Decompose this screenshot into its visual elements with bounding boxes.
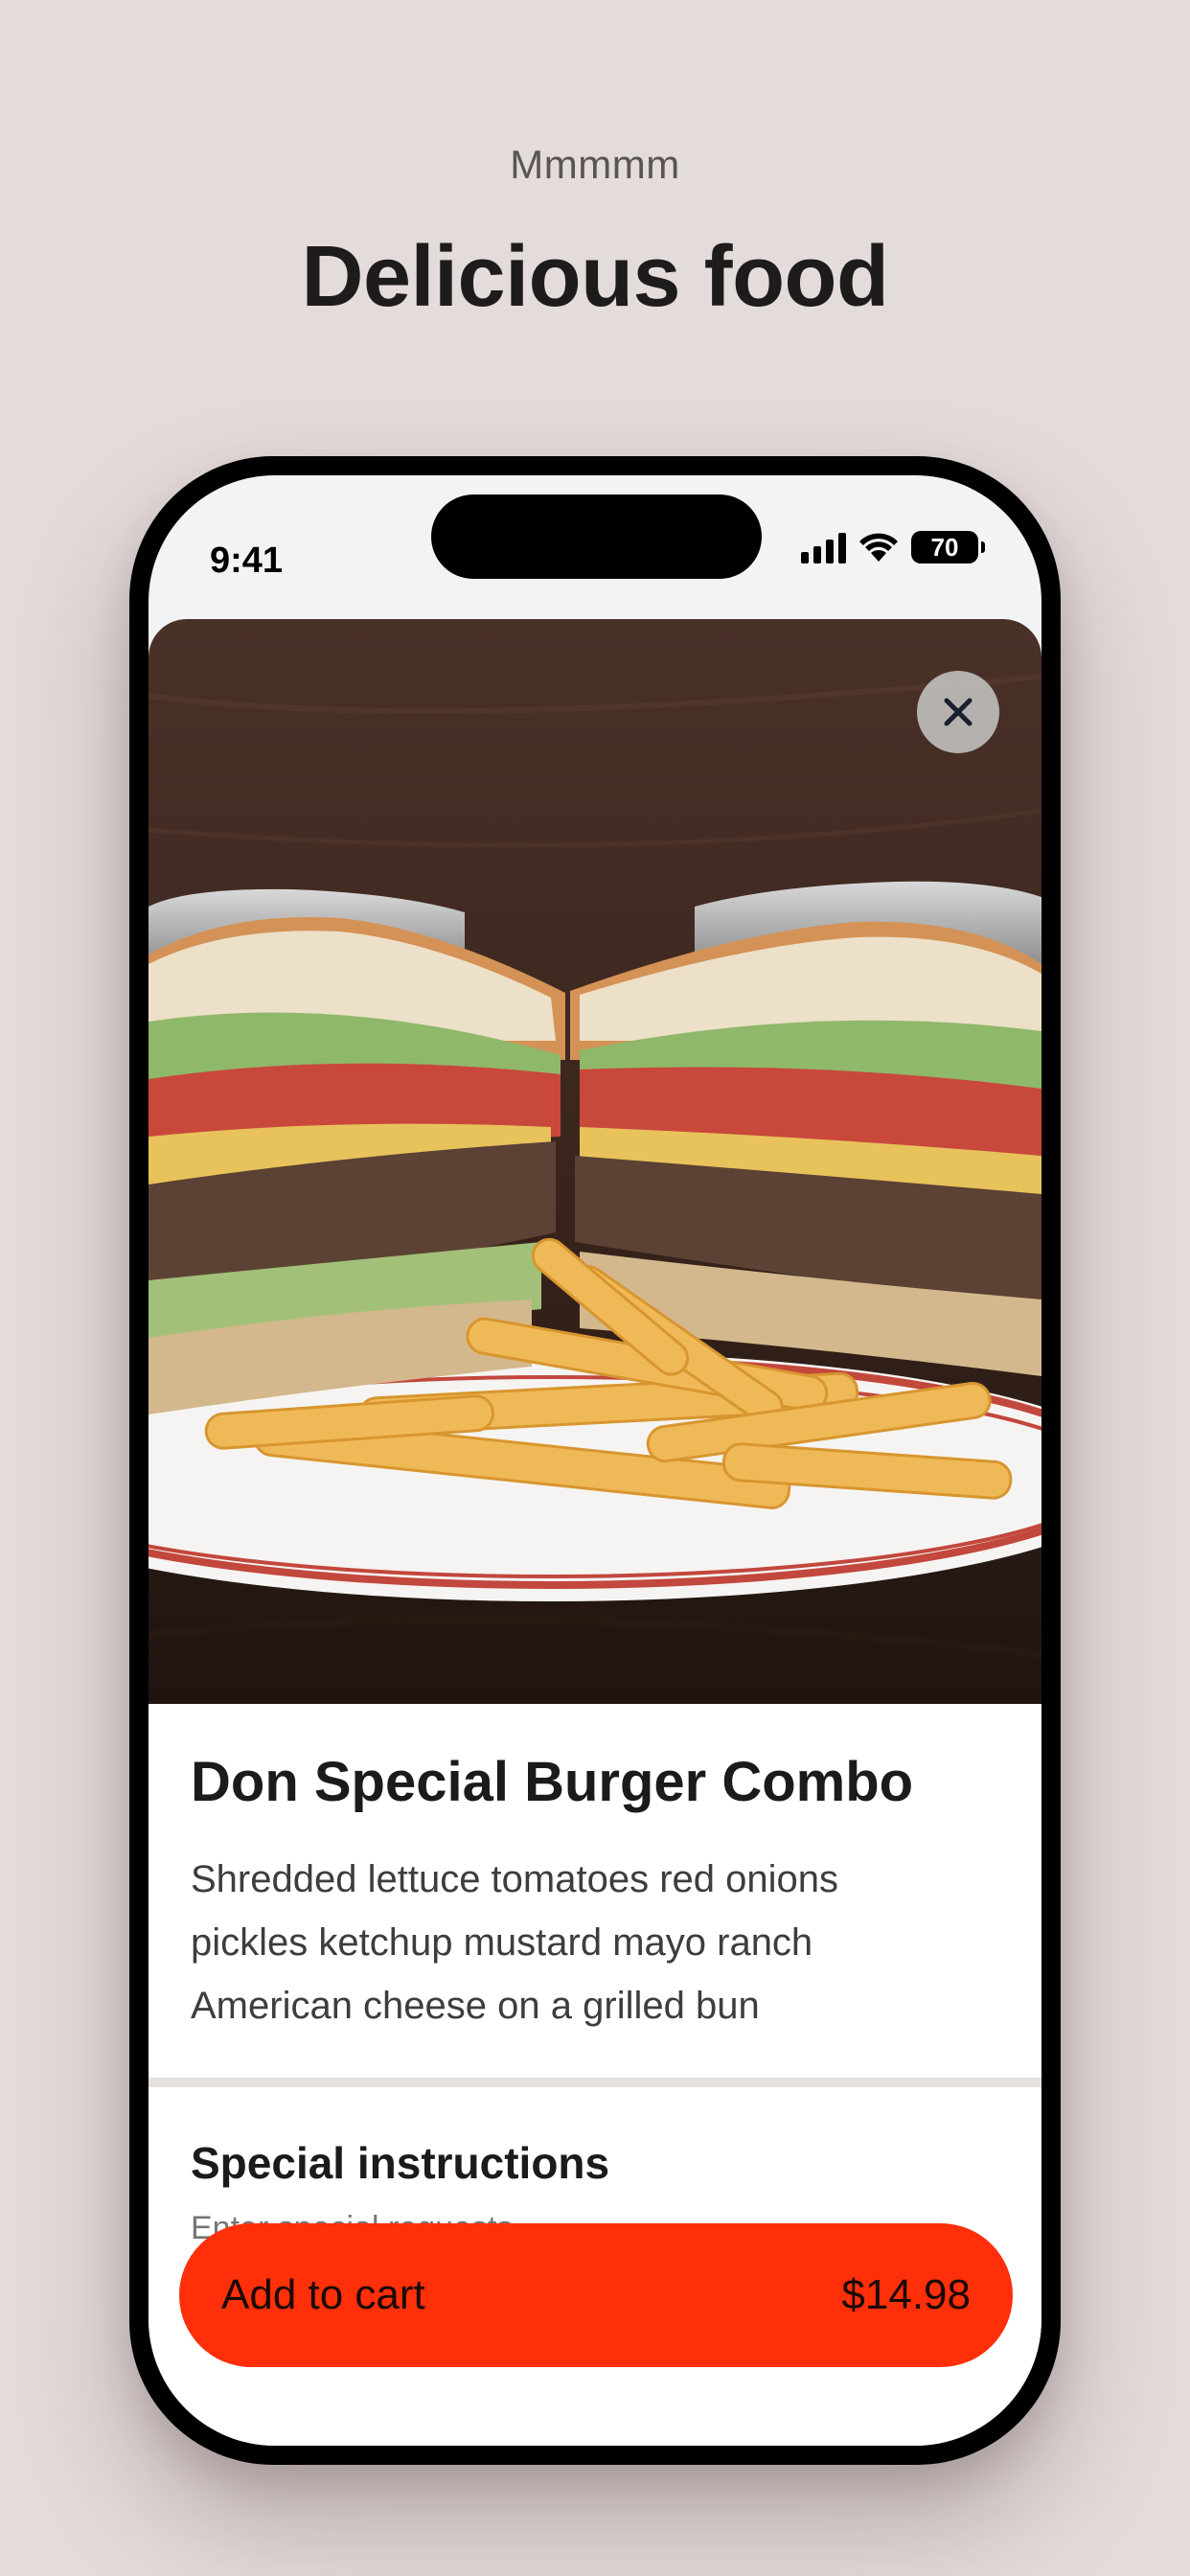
add-to-cart-label: Add to cart	[221, 2271, 425, 2318]
item-title: Don Special Burger Combo	[191, 1751, 914, 1813]
dynamic-island	[431, 494, 762, 579]
phone-screen: 9:41 70 Don Special Burger Combo Shredde…	[149, 475, 1041, 2446]
item-sheet: Don Special Burger Combo Shredded lettuc…	[149, 619, 1041, 2446]
close-button[interactable]	[917, 671, 999, 753]
special-instructions-title: Special instructions	[191, 2138, 610, 2188]
phone-frame: 9:41 70 Don Special Burger Combo Shredde…	[129, 456, 1061, 2465]
close-icon	[944, 698, 973, 726]
promo-page: Mmmmm Delicious food 9:41 70 Don Special…	[0, 0, 1190, 2576]
cart-price: $14.98	[841, 2271, 971, 2318]
burger-photo	[149, 619, 1041, 1704]
item-description: Shredded lettuce tomatoes red onions pic…	[191, 1858, 838, 2027]
battery-icon: 70	[911, 531, 985, 564]
status-icons: 70	[801, 531, 985, 564]
wifi-icon	[859, 533, 898, 562]
eyebrow-text: Mmmmm	[510, 142, 680, 187]
add-to-cart-button[interactable]: Add to cart $14.98	[179, 2223, 1013, 2367]
section-divider	[149, 2078, 1041, 2087]
cellular-signal-icon	[801, 531, 846, 564]
status-time: 9:41	[210, 540, 284, 581]
headline: Delicious food	[301, 229, 889, 325]
